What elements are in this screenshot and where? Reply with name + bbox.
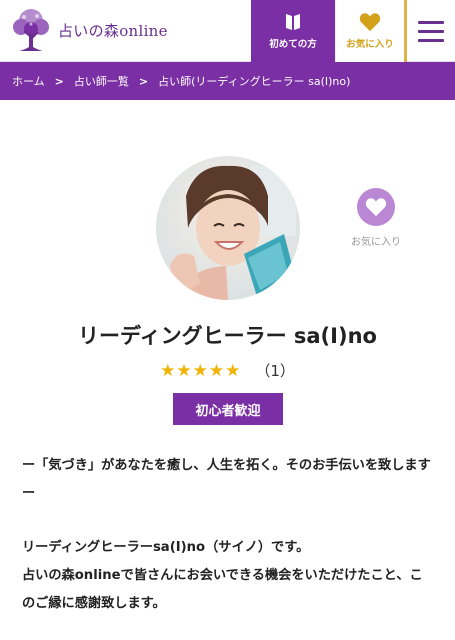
site-header: 占いの森online 初めての方 お気に入り	[0, 0, 455, 62]
intro-line: 占いの森onlineで皆さんにお会いできる機会をいただけたこと、このご縁に感謝致…	[22, 568, 423, 611]
hamburger-icon[interactable]	[407, 0, 455, 62]
breadcrumb-separator: >	[54, 74, 64, 88]
intro-paragraph: リーディングヒーラーsa(I)no（サイノ）です。 占いの森onlineで皆さん…	[22, 534, 432, 618]
profile-avatar	[156, 156, 300, 300]
favorite-circle	[357, 188, 395, 226]
intro-tagline: ー「気づき」があなたを癒し、人生を拓く。そのお手伝いを致しますー	[22, 458, 431, 501]
heart-icon	[359, 13, 381, 32]
beginner-welcome-badge: 初心者歓迎	[173, 393, 283, 425]
rating: ★★★★★ （1）	[0, 360, 455, 381]
site-logo[interactable]: 占いの森online	[10, 6, 220, 54]
favorites-label: お気に入り	[346, 39, 394, 50]
add-favorite-button[interactable]: お気に入り	[344, 188, 408, 248]
rating-count[interactable]: （1）	[255, 360, 295, 381]
tree-logo-icon	[13, 9, 49, 51]
breadcrumb-current: 占い師(リーディングヒーラー sa(I)no)	[158, 75, 351, 88]
favorites-button[interactable]: お気に入り	[335, 0, 404, 62]
intro-line: リーディングヒーラーsa(I)no（サイノ）です。	[22, 540, 310, 555]
first-time-button[interactable]: 初めての方	[251, 0, 335, 62]
logo-text: 占いの森online	[58, 21, 168, 40]
breadcrumb-home[interactable]: ホーム	[12, 73, 45, 89]
book-icon	[286, 14, 300, 30]
fortune-teller-name: リーディングヒーラー sa(I)no	[78, 324, 377, 348]
favorite-label: お気に入り	[351, 237, 401, 248]
breadcrumb-separator: >	[138, 74, 149, 88]
heart-icon	[365, 198, 387, 217]
breadcrumb-fortune-teller-list[interactable]: 占い師一覧	[74, 73, 129, 89]
first-time-label: 初めての方	[269, 39, 317, 50]
intro-text: ー「気づき」があなたを癒し、人生を拓く。そのお手伝いを致しますー リーディングヒ…	[22, 452, 432, 618]
star-rating-icon: ★★★★★	[160, 360, 242, 381]
breadcrumb: ホーム > 占い師一覧 > 占い師(リーディングヒーラー sa(I)no)	[0, 62, 455, 100]
